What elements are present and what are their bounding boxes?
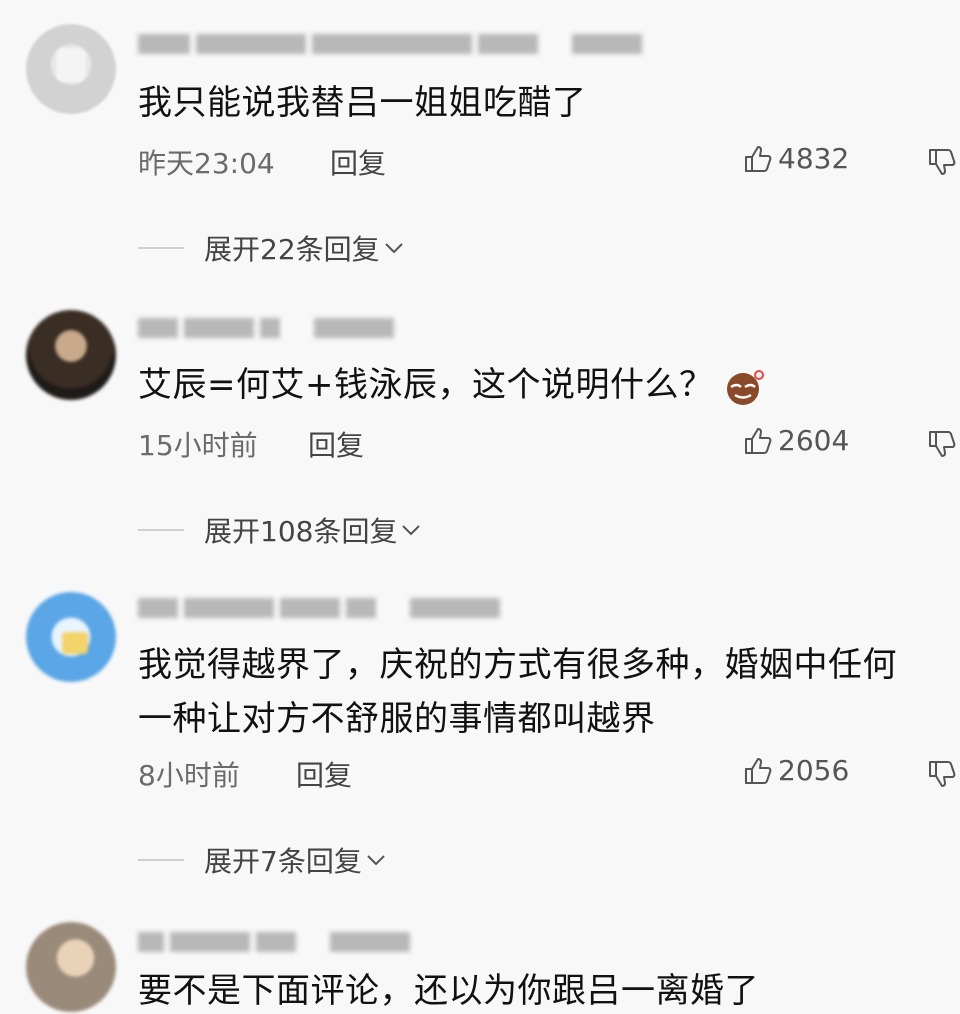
thumbs-up-icon	[745, 427, 772, 454]
username-blurred[interactable]	[138, 932, 410, 954]
username-blurred[interactable]	[138, 34, 642, 56]
thumbs-up-icon	[745, 145, 772, 172]
like-button[interactable]: 4832	[742, 142, 849, 175]
thumbs-up-icon	[745, 757, 772, 784]
avatar[interactable]	[26, 310, 116, 400]
comment-text: 要不是下面评论，还以为你跟吕一离婚了	[138, 971, 759, 1011]
comment-text-line-1: 我觉得越界了，庆祝的方式有很多种，婚姻中任何	[138, 645, 897, 685]
expand-replies[interactable]: 展开7条回复	[138, 840, 386, 880]
thumbs-down-icon[interactable]	[926, 146, 958, 178]
comment-text-line-2: 一种让对方不舒服的事情都叫越界	[138, 699, 656, 739]
avatar[interactable]	[26, 24, 116, 114]
divider	[138, 529, 184, 531]
like-button[interactable]: 2056	[742, 754, 849, 787]
comment-time: 8小时前	[138, 759, 240, 792]
expand-replies-label: 展开108条回复	[204, 515, 398, 548]
comment-text: 艾辰=何艾+钱泳辰，这个说明什么？	[138, 362, 942, 408]
chevron-down-icon	[384, 243, 403, 254]
thumbs-down-icon[interactable]	[926, 758, 958, 790]
expand-replies[interactable]: 展开22条回复	[138, 228, 404, 268]
like-count: 2604	[778, 424, 850, 457]
reply-button[interactable]: 回复	[330, 142, 386, 182]
like-count: 2056	[778, 754, 850, 787]
reply-button[interactable]: 回复	[296, 754, 352, 794]
divider	[138, 247, 184, 249]
expand-replies[interactable]: 展开108条回复	[138, 510, 421, 550]
username-blurred[interactable]	[138, 598, 500, 620]
chevron-down-icon	[367, 855, 385, 866]
comment-meta: 15小时前 回复 2604	[138, 424, 960, 464]
thumbs-down-icon[interactable]	[926, 428, 958, 460]
like-count: 4832	[778, 142, 850, 175]
comment-text-content: 艾辰=何艾+钱泳辰，这个说明什么？	[138, 365, 714, 405]
like-button[interactable]: 2604	[742, 424, 849, 457]
comment-meta: 8小时前 回复 2056	[138, 754, 960, 794]
expand-replies-label: 展开22条回复	[204, 233, 380, 266]
username-blurred[interactable]	[138, 318, 394, 340]
sly-face-emoji	[727, 369, 765, 405]
chevron-down-icon	[402, 525, 421, 536]
divider	[138, 859, 184, 861]
avatar[interactable]	[26, 592, 116, 682]
comment-time: 15小时前	[138, 429, 258, 462]
expand-replies-label: 展开7条回复	[204, 845, 362, 878]
reply-button[interactable]: 回复	[308, 424, 364, 464]
comment-meta: 昨天23:04 回复 4832	[138, 142, 960, 182]
comment-text: 我只能说我替吕一姐姐吃醋了	[138, 83, 587, 123]
comment-time: 昨天23:04	[138, 147, 275, 180]
